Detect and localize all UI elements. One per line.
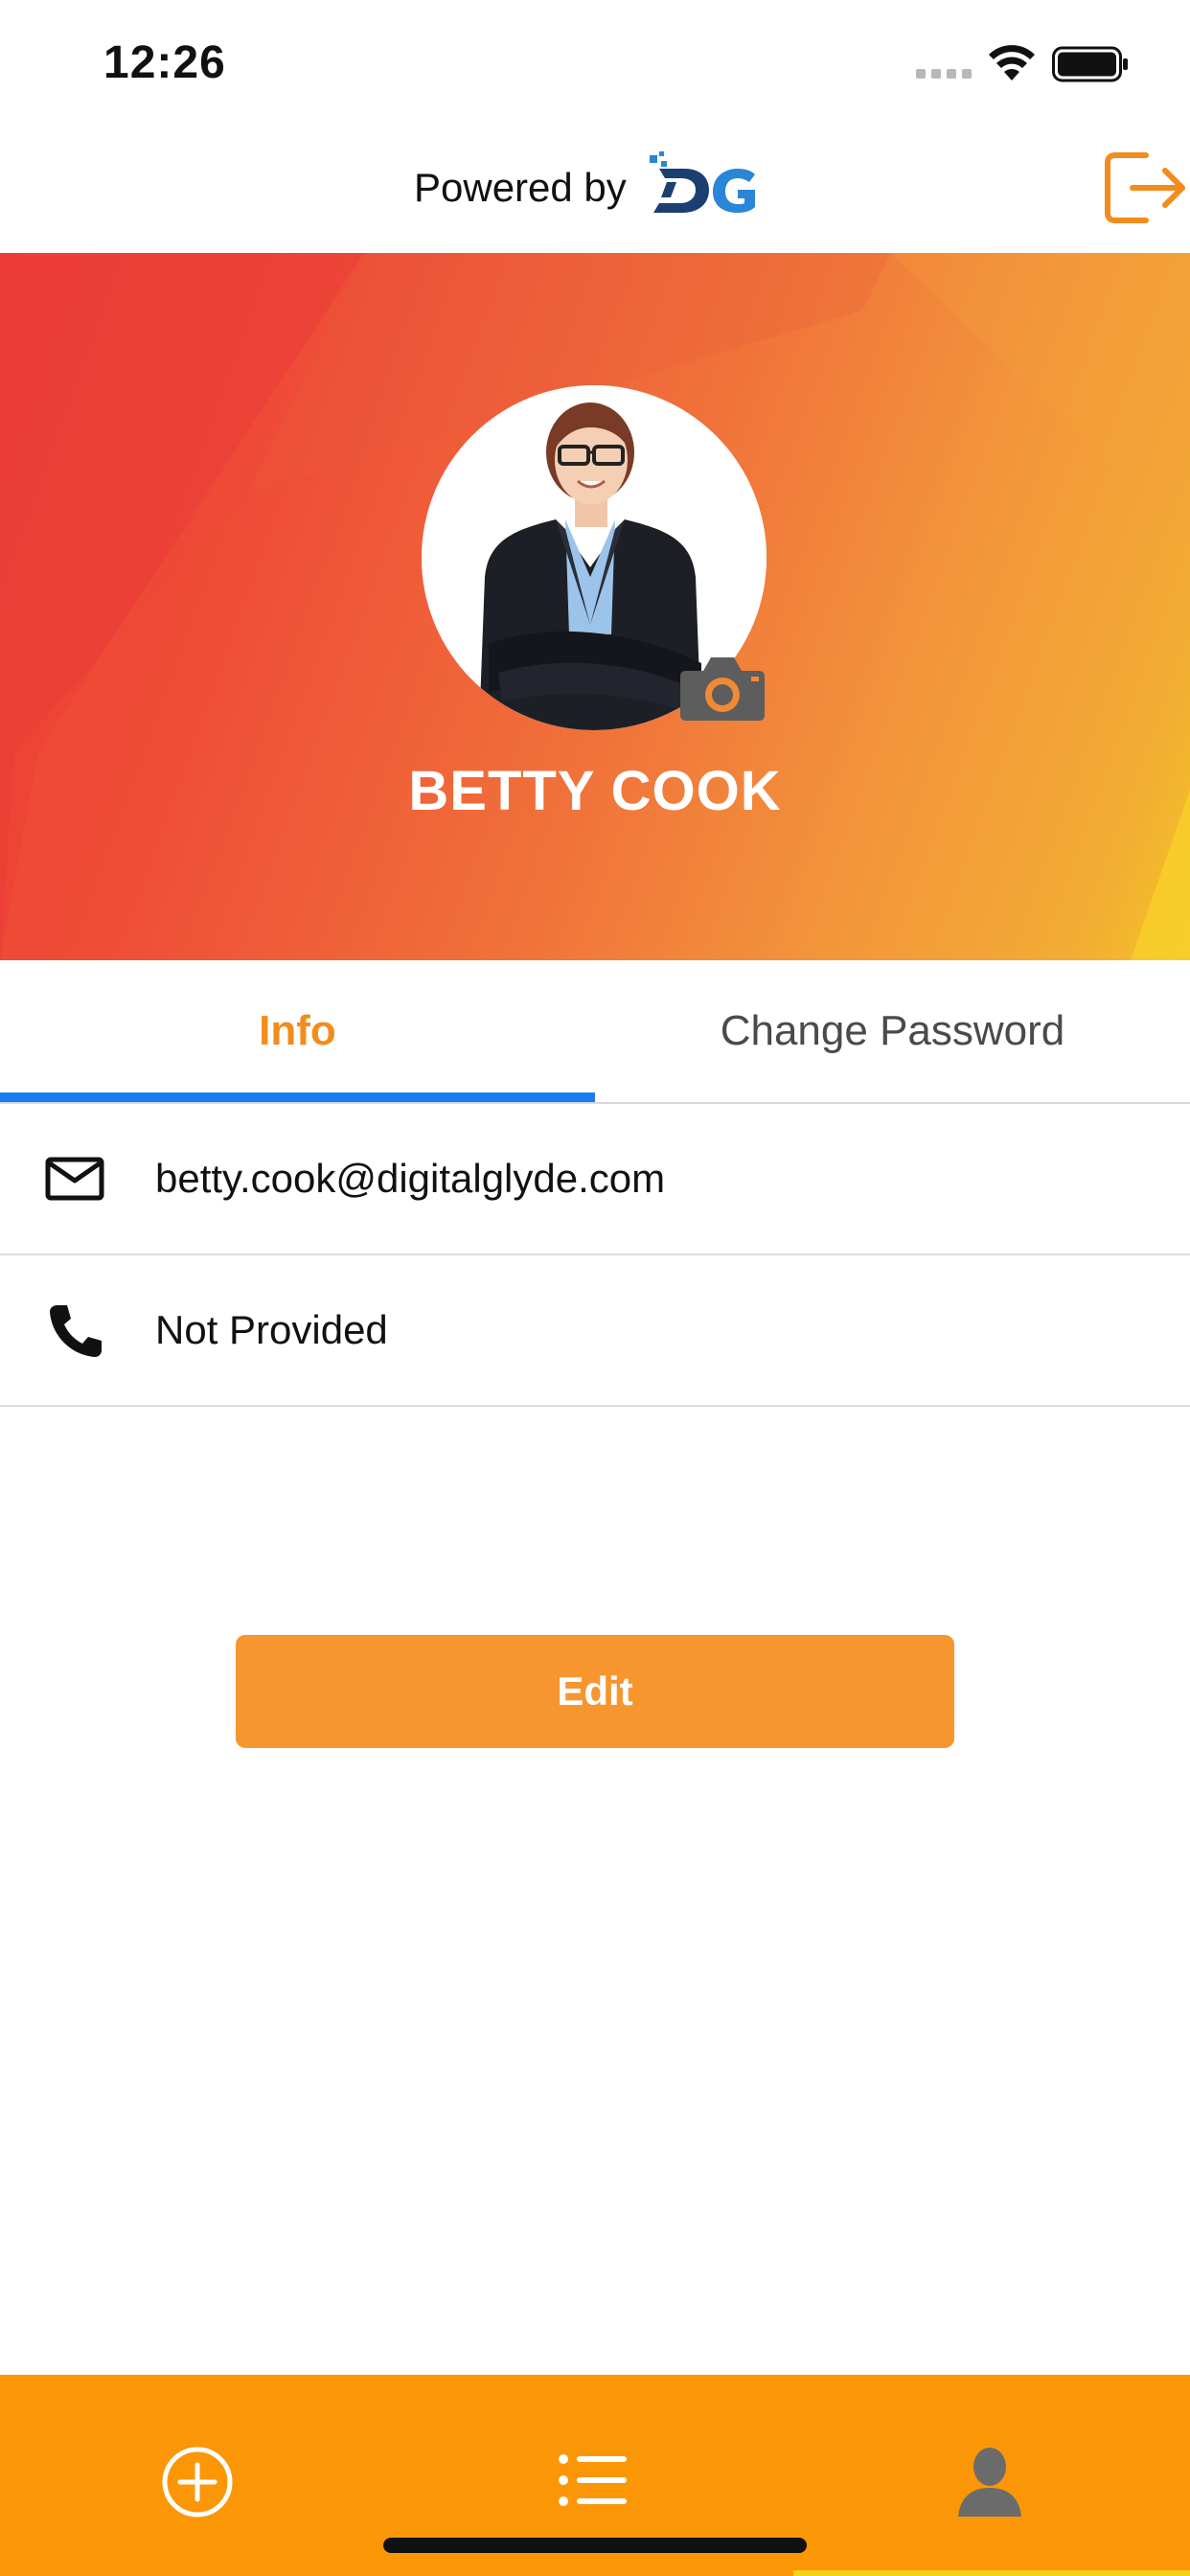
person-icon xyxy=(958,2448,1021,2517)
tabbar-add[interactable] xyxy=(0,2375,397,2576)
tab-active-indicator xyxy=(0,1092,595,1102)
home-indicator xyxy=(383,2538,807,2553)
tab-change-password[interactable]: Change Password xyxy=(595,960,1190,1102)
phone-row: Not Provided xyxy=(0,1255,1190,1407)
phone-icon xyxy=(50,1305,102,1357)
status-time: 12:26 xyxy=(103,37,226,88)
status-bar: 12:26 xyxy=(0,0,1190,126)
email-row: betty.cook@digitalglyde.com xyxy=(0,1104,1190,1255)
phone-value: Not Provided xyxy=(155,1307,388,1352)
dg-logo xyxy=(650,151,755,213)
app-header: Powered by xyxy=(0,126,1190,253)
profile-name: BETTY COOK xyxy=(408,760,782,822)
add-circle-icon xyxy=(162,2447,233,2518)
edit-button[interactable]: Edit xyxy=(236,1635,954,1748)
list-icon xyxy=(559,2454,627,2506)
powered-by-label: Powered by xyxy=(414,165,627,210)
logout-icon[interactable] xyxy=(1102,148,1188,228)
tabbar-profile[interactable] xyxy=(793,2375,1190,2576)
profile-hero: BETTY COOK xyxy=(0,253,1190,960)
mail-icon xyxy=(45,1157,104,1201)
battery-icon xyxy=(1052,46,1128,82)
wifi-icon xyxy=(989,45,1035,80)
profile-tabs: Info Change Password xyxy=(0,960,1190,1104)
camera-icon[interactable] xyxy=(678,652,767,723)
email-value: betty.cook@digitalglyde.com xyxy=(155,1156,666,1201)
cellular-signal-icon xyxy=(916,69,972,79)
tabbar-active-indicator xyxy=(793,2570,1190,2576)
tab-info[interactable]: Info xyxy=(0,960,595,1102)
